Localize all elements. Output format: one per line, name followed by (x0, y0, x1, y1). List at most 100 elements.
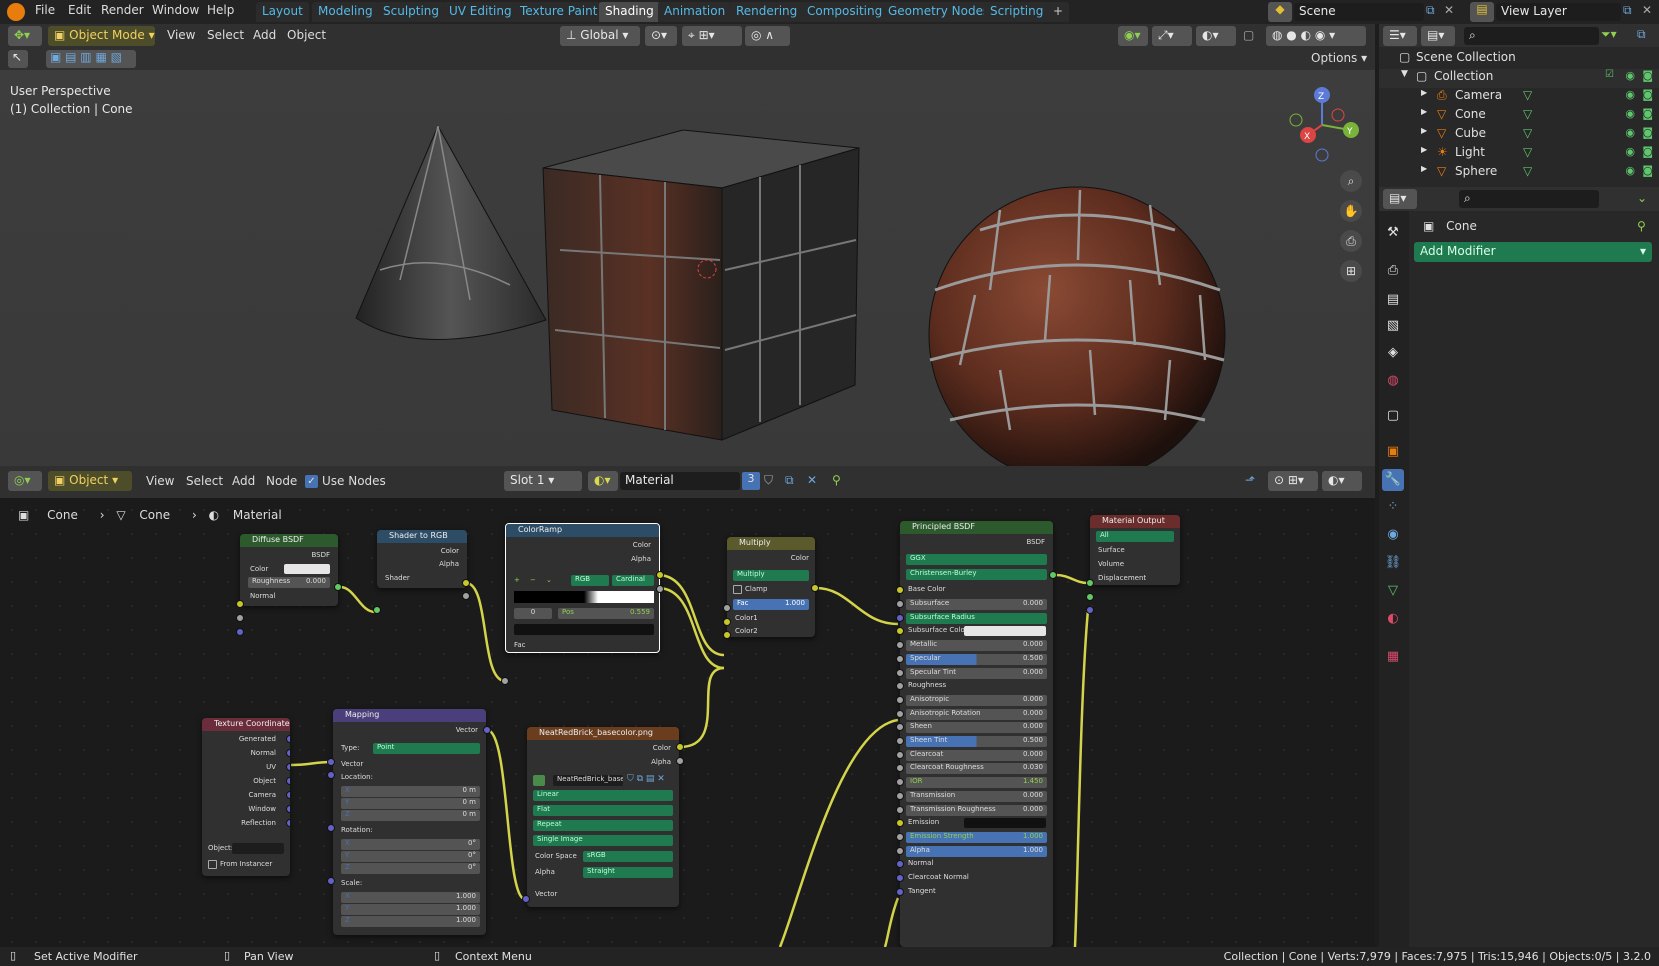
socket-output[interactable] (462, 592, 470, 600)
camera-icon[interactable]: ◙ (1642, 107, 1653, 120)
value-field[interactable]: Alpha 1.000 (906, 845, 1047, 857)
viewport-menu-view[interactable]: View (167, 28, 195, 42)
new-collection-icon[interactable]: ⧉ (1637, 27, 1646, 42)
socket-input[interactable] (896, 654, 904, 663)
cone-object[interactable] (355, 124, 547, 340)
socket-input[interactable] (723, 604, 731, 612)
render-target-dropdown[interactable]: All (1096, 531, 1174, 542)
stop-position-field[interactable]: Pos 0.559 (558, 608, 654, 619)
scl-field[interactable]: Y 1.000 (341, 904, 480, 915)
socket-input[interactable] (896, 668, 904, 677)
scl-field[interactable]: X 1.000 (341, 892, 480, 903)
extension-dropdown[interactable]: Repeat (533, 820, 673, 831)
ramp-menu-button[interactable]: ⌄ (546, 576, 552, 584)
options-dropdown[interactable]: Options ▾ (1305, 51, 1367, 69)
material-tab-icon[interactable]: ◐ (1382, 608, 1404, 630)
roughness-field[interactable]: Roughness 0.000 (248, 577, 330, 588)
node-colorramp[interactable]: ColorRamp Color Alpha + − ⌄ RGB Cardinal… (505, 523, 660, 653)
value-field[interactable]: IOR 1.450 (906, 777, 1047, 789)
socket-input[interactable] (522, 895, 530, 903)
outliner-item-light[interactable]: ▶ ☀ Light ▽ ◉ ◙ (1379, 145, 1659, 164)
socket-input[interactable] (896, 737, 904, 745)
chevron-right-icon[interactable]: ▶ (1421, 164, 1427, 173)
color-space-dropdown[interactable]: sRGB (583, 851, 673, 862)
scene-tab-icon[interactable]: ◈ (1382, 342, 1404, 364)
socket-input[interactable] (373, 606, 381, 614)
xray-icon[interactable]: ▢ (1243, 28, 1254, 42)
outliner-editor-icon[interactable]: ☰▾ (1383, 26, 1417, 46)
eye-icon[interactable]: ◉ (1625, 69, 1635, 82)
pivot-icon[interactable]: ⊙▾ (645, 26, 677, 46)
socket-input[interactable] (236, 614, 244, 622)
data-icon[interactable]: ▽ (1523, 126, 1532, 140)
tab-uv-editing[interactable]: UV Editing (443, 2, 518, 22)
value-field[interactable]: Metallic 0.000 (906, 640, 1047, 652)
socket-input[interactable] (723, 618, 731, 626)
value-field[interactable]: Sheen Tint 0.500 (906, 736, 1047, 747)
tab-animation[interactable]: Animation (658, 2, 732, 22)
outliner-search-input[interactable]: ⌕ (1464, 27, 1599, 45)
socket-input[interactable] (327, 758, 335, 766)
alpha-mode-dropdown[interactable]: Straight (583, 867, 673, 878)
chevron-right-icon[interactable]: ▶ (1421, 145, 1427, 154)
snap-node-icon[interactable]: ⊙ ⊞▾ (1268, 471, 1318, 491)
image-browse-icon[interactable] (533, 775, 545, 786)
node-material-output[interactable]: Material Output All Surface Volume Displ… (1090, 515, 1180, 585)
value-field[interactable]: Emission Strength 1.000 (906, 831, 1047, 843)
socket-input[interactable] (723, 631, 731, 639)
loc-field[interactable]: Z0 m (341, 810, 480, 821)
menu-window[interactable]: Window (152, 3, 199, 17)
material-name-field[interactable]: Material (620, 472, 740, 490)
socket-input[interactable] (327, 824, 335, 832)
image-name-field[interactable]: NeatRedBrick_base... (553, 775, 623, 786)
socket-output[interactable] (286, 805, 290, 813)
tab-sculpting[interactable]: Sculpting (377, 2, 446, 22)
data-icon[interactable]: ▽ (1523, 145, 1532, 159)
unlink-material-icon[interactable]: ✕ (807, 473, 817, 487)
camera-icon[interactable]: ◙ (1642, 145, 1653, 158)
viewport-menu-object[interactable]: Object (287, 28, 326, 42)
pin-icon[interactable]: ⚲ (1637, 219, 1646, 233)
node-editor-canvas[interactable]: ▣ Cone › ▽ Cone › ◐ Material Diffuse BSD… (0, 498, 1375, 947)
socket-input[interactable] (896, 805, 904, 814)
node-menu-select[interactable]: Select (186, 474, 223, 488)
data-icon[interactable]: ▽ (1523, 107, 1532, 121)
node-editor-type-icon[interactable]: ◎▾ (8, 471, 42, 491)
viewport-menu-select[interactable]: Select (207, 28, 244, 42)
fake-user-icon[interactable]: ⛉ (764, 473, 773, 488)
node-principled-bsdf[interactable]: Principled BSDF BSDF GGX Christensen-Bur… (900, 521, 1053, 947)
add-modifier-button[interactable]: Add Modifier ▾ (1414, 242, 1652, 262)
node-menu-add[interactable]: Add (232, 474, 255, 488)
modifier-tab-icon[interactable]: 🔧 (1382, 469, 1404, 491)
value-field[interactable]: Clearcoat 0.000 (906, 749, 1047, 761)
node-mapping[interactable]: Mapping Vector Type: Point Vector Locati… (333, 709, 486, 935)
value-field[interactable]: Anisotropic Rotation 0.000 (906, 708, 1047, 720)
overlay-toggle-icon[interactable]: ◐▾ (1196, 26, 1236, 46)
add-stop-button[interactable]: + (514, 576, 520, 584)
node-diffuse-bsdf[interactable]: Diffuse BSDF BSDF Color Roughness 0.000 N… (240, 534, 338, 606)
tab-shading[interactable]: Shading (599, 2, 660, 22)
texture-tab-icon[interactable]: ▦ (1382, 646, 1404, 668)
rot-field[interactable]: Y 0° (341, 851, 480, 862)
scene-icon[interactable]: ◆ (1268, 2, 1292, 22)
tab-layout[interactable]: Layout (256, 2, 309, 22)
socket-input[interactable] (896, 846, 904, 855)
value-field[interactable]: Subsurface 0.000 (906, 599, 1047, 610)
pin-icon[interactable]: ⚲ (832, 473, 841, 487)
editor-type-icon[interactable]: ✥▾ (8, 26, 42, 46)
socket-input[interactable] (896, 709, 904, 718)
zoom-icon[interactable]: ⌕ (1340, 170, 1362, 192)
socket-output[interactable] (286, 791, 290, 799)
outliner-item-cube[interactable]: ▶ ▽ Cube ▽ ◉ ◙ (1379, 126, 1659, 145)
value-field[interactable]: Transmission 0.000 (906, 790, 1047, 802)
camera-view-icon[interactable]: ⎙ (1340, 230, 1362, 252)
camera-icon[interactable]: ◙ (1642, 126, 1653, 139)
tab-rendering[interactable]: Rendering (730, 2, 804, 22)
view-layer-field[interactable]: View Layer (1496, 3, 1621, 21)
loc-field[interactable]: Y0 m (341, 798, 480, 809)
new-view-layer-icon[interactable]: ⧉ (1623, 3, 1632, 18)
value-field[interactable]: Specular Tint 0.000 (906, 667, 1047, 679)
select-mode-icons[interactable]: ▣ ▤ ▥ ▦ ▧ (46, 50, 136, 68)
color-mode-dropdown[interactable]: RGB (571, 575, 609, 586)
outliner-scene-collection[interactable]: ▢ Scene Collection (1379, 50, 1659, 69)
